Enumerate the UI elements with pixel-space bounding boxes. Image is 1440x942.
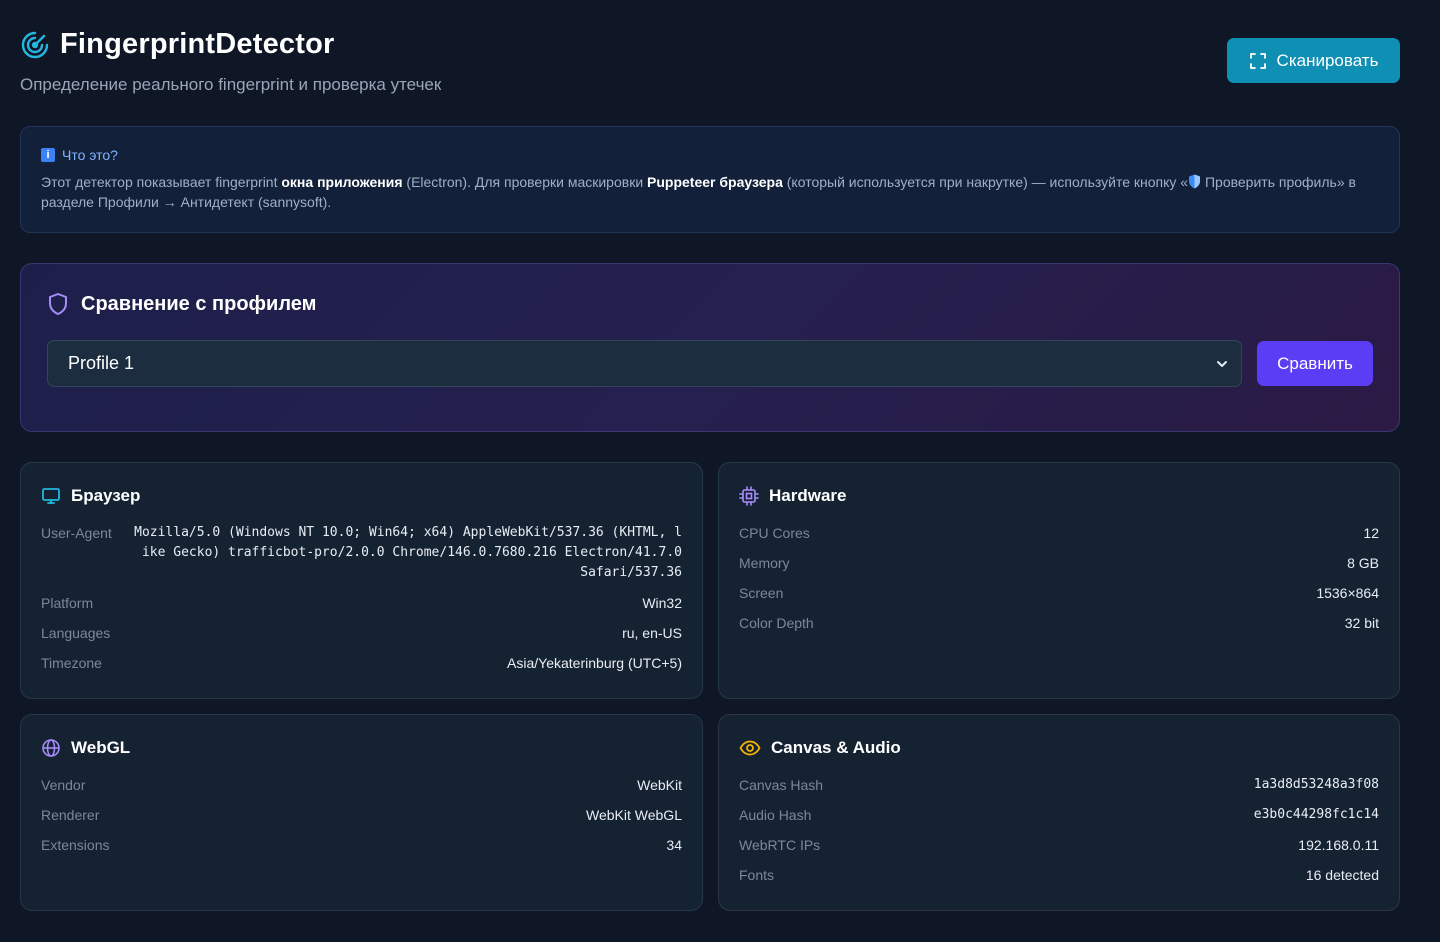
radar-icon [20, 30, 50, 60]
title-row: FingerprintDetector [20, 28, 1400, 61]
webgl-card-heading: WebGL [41, 737, 682, 759]
row-key: Audio Hash [739, 807, 812, 823]
info-text: Этот детектор показывает fingerprint окн… [41, 172, 1379, 212]
row-key: WebRTC IPs [739, 837, 821, 853]
table-row: Canvas Hash 1a3d8d53248a3f08 [739, 775, 1379, 795]
row-value: 16 detected [1305, 867, 1379, 883]
table-row: Screen 1536×864 [739, 583, 1379, 603]
table-row: WebRTC IPs 192.168.0.11 [739, 835, 1379, 855]
hardware-card: Hardware CPU Cores 12 Memory 8 GB Screen… [718, 462, 1400, 699]
table-row: Languages ru, en-US [41, 623, 682, 643]
table-row: Platform Win32 [41, 593, 682, 613]
webgl-card-title: WebGL [71, 738, 131, 757]
scan-frame-icon [1249, 52, 1267, 70]
row-value: Mozilla/5.0 (Windows NT 10.0; Win64; x64… [134, 525, 682, 580]
browser-card-heading: Браузер [41, 485, 682, 507]
shield-icon [47, 292, 69, 316]
hardware-rows: CPU Cores 12 Memory 8 GB Screen 1536×864… [739, 523, 1379, 633]
row-value: WebKit [637, 777, 682, 793]
row-key: Color Depth [739, 615, 814, 631]
table-row: Fonts 16 detected [739, 865, 1379, 885]
hardware-card-heading: Hardware [739, 485, 1379, 507]
table-row: Memory 8 GB [739, 553, 1379, 573]
table-row: CPU Cores 12 [739, 523, 1379, 543]
row-key: Renderer [41, 807, 100, 823]
table-row: Extensions 34 [41, 835, 682, 855]
compare-heading-label: Сравнение с профилем [81, 292, 317, 315]
profile-select-value: Profile 1 [68, 353, 135, 373]
row-key: User-Agent [41, 525, 112, 541]
row-value: e3b0c44298fc1c14 [1253, 807, 1379, 822]
page-header: FingerprintDetector Определение реальног… [20, 28, 1400, 108]
canvas-card-heading: Canvas & Audio [739, 737, 1379, 759]
row-key: Screen [739, 585, 784, 601]
info-heading-label: Что это? [62, 147, 118, 163]
table-row: Audio Hash e3b0c44298fc1c14 [739, 805, 1379, 825]
info-icon: i [41, 148, 55, 162]
info-text-part: Этот детектор показывает fingerprint [41, 174, 282, 190]
row-value: 34 [666, 837, 682, 853]
row-value: Win32 [642, 595, 682, 611]
row-value: ru, en-US [622, 625, 682, 641]
compare-panel: Сравнение с профилем Profile 1 Сравнить [20, 263, 1400, 432]
row-value: WebKit WebGL [586, 807, 682, 823]
row-value: Asia/Yekaterinburg (UTC+5) [507, 655, 682, 671]
table-row: User-Agent Mozilla/5.0 (Windows NT 10.0;… [41, 523, 682, 583]
globe-icon [41, 738, 61, 758]
table-row: Timezone Asia/Yekaterinburg (UTC+5) [41, 653, 682, 673]
row-key: Extensions [41, 837, 110, 853]
scan-button-label: Сканировать [1276, 50, 1379, 70]
compare-controls: Profile 1 Сравнить [47, 340, 1373, 387]
webgl-rows: Vendor WebKit Renderer WebKit WebGL Exte… [41, 775, 682, 855]
row-key: Memory [739, 555, 790, 571]
table-row: Color Depth 32 bit [739, 613, 1379, 633]
row-key: Fonts [739, 867, 775, 883]
canvas-card: Canvas & Audio Canvas Hash 1a3d8d53248a3… [718, 714, 1400, 911]
row-value: 8 GB [1347, 555, 1379, 571]
row-key: Platform [41, 595, 94, 611]
scan-button[interactable]: Сканировать [1227, 38, 1400, 83]
page-title: FingerprintDetector [60, 28, 335, 60]
browser-card: Браузер User-Agent Mozilla/5.0 (Windows … [20, 462, 703, 699]
info-text-part: (Electron). Для проверки маскировки [402, 174, 648, 190]
row-value: 1a3d8d53248a3f08 [1253, 777, 1379, 792]
info-text-bold: окна приложения [281, 174, 403, 190]
page-subtitle: Определение реального fingerprint и пров… [20, 75, 442, 94]
table-row: Renderer WebKit WebGL [41, 805, 682, 825]
profile-select[interactable]: Profile 1 [47, 340, 1242, 387]
row-key: CPU Cores [739, 525, 810, 541]
webgl-card: WebGL Vendor WebKit Renderer WebKit WebG… [20, 714, 703, 911]
row-value: 12 [1363, 525, 1379, 541]
monitor-icon [41, 487, 61, 505]
row-key: Vendor [41, 777, 86, 793]
row-value: 192.168.0.11 [1298, 837, 1379, 853]
row-value: 1536×864 [1316, 585, 1379, 601]
eye-icon [739, 740, 761, 756]
info-box: i Что это? Этот детектор показывает fing… [20, 126, 1400, 233]
info-text-part: (который используется при накрутке) — ис… [782, 174, 1189, 190]
shield-icon [1188, 174, 1201, 189]
canvas-card-title: Canvas & Audio [771, 738, 901, 757]
chevron-down-icon [1215, 357, 1229, 371]
row-key: Canvas Hash [739, 777, 824, 793]
info-heading: i Что это? [41, 147, 1379, 163]
info-text-bold: Puppeteer браузера [647, 174, 783, 190]
table-row: Vendor WebKit [41, 775, 682, 795]
canvas-rows: Canvas Hash 1a3d8d53248a3f08 Audio Hash … [739, 775, 1379, 885]
row-value: 32 bit [1344, 615, 1379, 631]
hardware-card-title: Hardware [769, 486, 847, 505]
compare-heading: Сравнение с профилем [47, 292, 1373, 316]
browser-card-title: Браузер [71, 486, 141, 505]
browser-rows: User-Agent Mozilla/5.0 (Windows NT 10.0;… [41, 523, 682, 673]
compare-button[interactable]: Сравнить [1257, 341, 1373, 386]
cpu-icon [739, 486, 759, 506]
row-key: Languages [41, 625, 111, 641]
row-key: Timezone [41, 655, 102, 671]
